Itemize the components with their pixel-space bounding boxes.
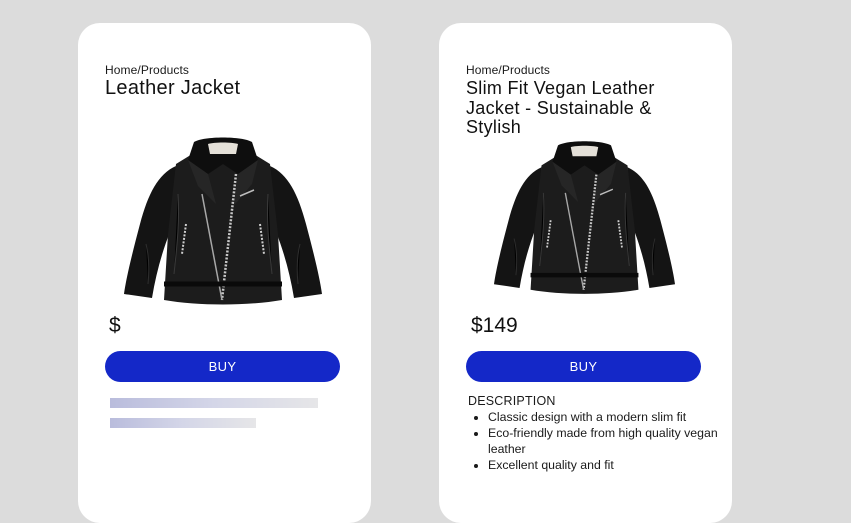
description-skeleton-line bbox=[110, 398, 318, 408]
product-title: Leather Jacket bbox=[105, 77, 241, 99]
description-heading: DESCRIPTION bbox=[468, 394, 556, 408]
description-list: Classic design with a modern slim fit Ec… bbox=[468, 409, 728, 473]
buy-button[interactable]: BUY bbox=[105, 351, 340, 382]
description-item: Eco-friendly made from high quality vega… bbox=[488, 425, 728, 457]
product-card: Home/Products Slim Fit Vegan Leather Jac… bbox=[439, 23, 732, 523]
description-skeleton-line bbox=[110, 418, 256, 428]
breadcrumb[interactable]: Home/Products bbox=[105, 63, 189, 77]
product-price: $ bbox=[109, 314, 121, 337]
leather-jacket-image bbox=[487, 138, 682, 298]
buy-button[interactable]: BUY bbox=[466, 351, 701, 382]
product-card: Home/Products Leather Jacket $ BUY bbox=[78, 23, 371, 523]
product-title: Slim Fit Vegan Leather Jacket - Sustaina… bbox=[466, 78, 655, 137]
breadcrumb[interactable]: Home/Products bbox=[466, 63, 550, 77]
leather-jacket-image bbox=[118, 134, 328, 309]
description-item: Excellent quality and fit bbox=[488, 457, 728, 473]
description-item: Classic design with a modern slim fit bbox=[488, 409, 728, 425]
product-price: $149 bbox=[471, 314, 518, 337]
